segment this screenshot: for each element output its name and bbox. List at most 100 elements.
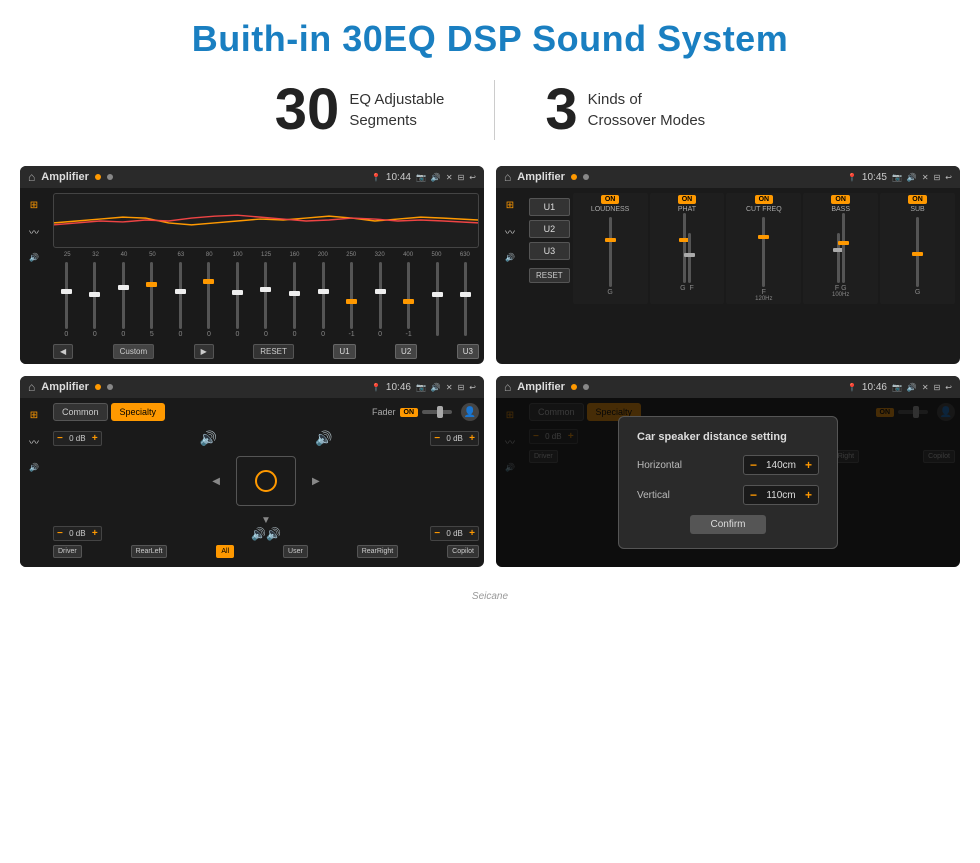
- slider-phat-f[interactable]: [688, 233, 691, 283]
- minimize-icon-3[interactable]: ⊟: [458, 383, 465, 392]
- reset-btn-1[interactable]: RESET: [253, 344, 294, 359]
- tab-specialty-3[interactable]: Specialty: [111, 403, 166, 421]
- back-icon-1[interactable]: ↩: [469, 173, 476, 182]
- vertical-minus[interactable]: −: [750, 488, 757, 502]
- eq-slider-12[interactable]: -1: [395, 262, 422, 338]
- side-icons-3: ⊞ 〰 🔊: [20, 398, 48, 567]
- on-badge-cutfreq[interactable]: ON: [755, 195, 774, 204]
- db-fr-plus[interactable]: +: [469, 433, 475, 444]
- eq-icon-3[interactable]: ⊞: [25, 406, 43, 424]
- u1-btn-2[interactable]: U1: [529, 198, 570, 216]
- arrow-left-btn[interactable]: ◀: [212, 476, 220, 487]
- eq-slider-6[interactable]: 0: [224, 262, 251, 338]
- eq-slider-2[interactable]: 0: [110, 262, 137, 338]
- statusbar-2: ⌂ Amplifier 📍 10:45 📷 🔊 ✕ ⊟ ↩: [496, 166, 960, 188]
- u1-btn-1[interactable]: U1: [333, 344, 355, 359]
- db-rr-plus[interactable]: +: [469, 528, 475, 539]
- db-rl-minus[interactable]: −: [57, 528, 63, 539]
- eq-slider-10[interactable]: -1: [338, 262, 365, 338]
- eq-icon-1[interactable]: ⊞: [25, 196, 43, 214]
- u2-btn-1[interactable]: U2: [395, 344, 417, 359]
- eq-slider-11[interactable]: 0: [367, 262, 394, 338]
- eq-slider-8[interactable]: 0: [281, 262, 308, 338]
- prev-btn[interactable]: ◀: [53, 344, 73, 359]
- vertical-control[interactable]: − 110cm +: [743, 485, 819, 505]
- horizontal-minus[interactable]: −: [750, 458, 757, 472]
- on-badge-bass[interactable]: ON: [831, 195, 850, 204]
- eq-slider-9[interactable]: 0: [310, 262, 337, 338]
- u2-btn-2[interactable]: U2: [529, 220, 570, 238]
- minimize-icon-2[interactable]: ⊟: [934, 173, 941, 182]
- user-btn[interactable]: User: [283, 545, 308, 558]
- db-rl-plus[interactable]: +: [92, 528, 98, 539]
- speaker-icon-3[interactable]: 🔊: [25, 458, 43, 476]
- all-btn[interactable]: All: [216, 545, 234, 558]
- back-icon-3[interactable]: ↩: [469, 383, 476, 392]
- wave-icon-1[interactable]: 〰: [25, 222, 43, 240]
- driver-btn[interactable]: Driver: [53, 545, 82, 558]
- eq-slider-4[interactable]: 0: [167, 262, 194, 338]
- speaker-icon-2[interactable]: 🔊: [501, 248, 519, 266]
- copilot-btn[interactable]: Copilot: [447, 545, 479, 558]
- eq-icon-2[interactable]: ⊞: [501, 196, 519, 214]
- arrow-right-btn[interactable]: ▶: [312, 476, 320, 487]
- back-icon-2[interactable]: ↩: [945, 173, 952, 182]
- reset-btn-2[interactable]: RESET: [529, 268, 570, 283]
- val-cutfreq: F: [762, 289, 766, 296]
- db-fr[interactable]: − 0 dB +: [430, 431, 479, 446]
- stat-crossover-label: Kinds of Crossover Modes: [588, 89, 706, 131]
- eq-slider-14[interactable]: [452, 262, 479, 338]
- eq-slider-7[interactable]: 0: [253, 262, 280, 338]
- slider-cutfreq[interactable]: [762, 217, 765, 287]
- on-badge-phat[interactable]: ON: [678, 195, 697, 204]
- home-icon-1[interactable]: ⌂: [28, 170, 35, 184]
- db-fl-minus[interactable]: −: [57, 433, 63, 444]
- rearright-btn[interactable]: RearRight: [357, 545, 399, 558]
- home-icon-2[interactable]: ⌂: [504, 170, 511, 184]
- distance-dialog: Car speaker distance setting Horizontal …: [618, 416, 838, 549]
- eq-slider-13[interactable]: [424, 262, 451, 338]
- status-dot-2: [571, 174, 577, 180]
- tab-common-3[interactable]: Common: [53, 403, 108, 421]
- eq-slider-1[interactable]: 0: [82, 262, 109, 338]
- close-icon-4[interactable]: ✕: [922, 383, 929, 392]
- horizontal-control[interactable]: − 140cm +: [743, 455, 819, 475]
- minimize-icon-4[interactable]: ⊟: [934, 383, 941, 392]
- db-fr-minus[interactable]: −: [434, 433, 440, 444]
- eq-slider-3[interactable]: 5: [139, 262, 166, 338]
- fader-track[interactable]: [422, 410, 452, 414]
- minimize-icon-1[interactable]: ⊟: [458, 173, 465, 182]
- on-badge-sub[interactable]: ON: [908, 195, 927, 204]
- speaker-icon-1[interactable]: 🔊: [25, 248, 43, 266]
- arrow-down-btn[interactable]: ▼: [261, 515, 271, 526]
- fader-on-toggle[interactable]: ON: [400, 408, 419, 417]
- slider-sub[interactable]: [916, 217, 919, 287]
- wave-icon-3[interactable]: 〰: [25, 432, 43, 450]
- close-icon-1[interactable]: ✕: [446, 173, 453, 182]
- back-icon-4[interactable]: ↩: [945, 383, 952, 392]
- wave-icon-2[interactable]: 〰: [501, 222, 519, 240]
- slider-phat-g[interactable]: [683, 213, 686, 283]
- on-badge-loudness[interactable]: ON: [601, 195, 620, 204]
- person-icon-3[interactable]: 👤: [461, 403, 479, 421]
- home-icon-3[interactable]: ⌂: [28, 380, 35, 394]
- slider-bass-g[interactable]: [842, 213, 845, 283]
- horizontal-plus[interactable]: +: [805, 458, 812, 472]
- eq-slider-5[interactable]: 0: [196, 262, 223, 338]
- db-rr[interactable]: − 0 dB +: [430, 526, 479, 541]
- db-rl[interactable]: − 0 dB +: [53, 526, 102, 541]
- u3-btn-1[interactable]: U3: [457, 344, 479, 359]
- confirm-button[interactable]: Confirm: [690, 515, 765, 534]
- db-fl[interactable]: − 0 dB +: [53, 431, 102, 446]
- u3-btn-2[interactable]: U3: [529, 242, 570, 260]
- vertical-plus[interactable]: +: [805, 488, 812, 502]
- close-icon-2[interactable]: ✕: [922, 173, 929, 182]
- eq-slider-0[interactable]: 0: [53, 262, 80, 338]
- close-icon-3[interactable]: ✕: [446, 383, 453, 392]
- rearleft-btn[interactable]: RearLeft: [131, 545, 168, 558]
- home-icon-4[interactable]: ⌂: [504, 380, 511, 394]
- db-rr-minus[interactable]: −: [434, 528, 440, 539]
- db-fl-plus[interactable]: +: [92, 433, 98, 444]
- slider-loudness[interactable]: [609, 217, 612, 287]
- next-btn[interactable]: ▶: [194, 344, 214, 359]
